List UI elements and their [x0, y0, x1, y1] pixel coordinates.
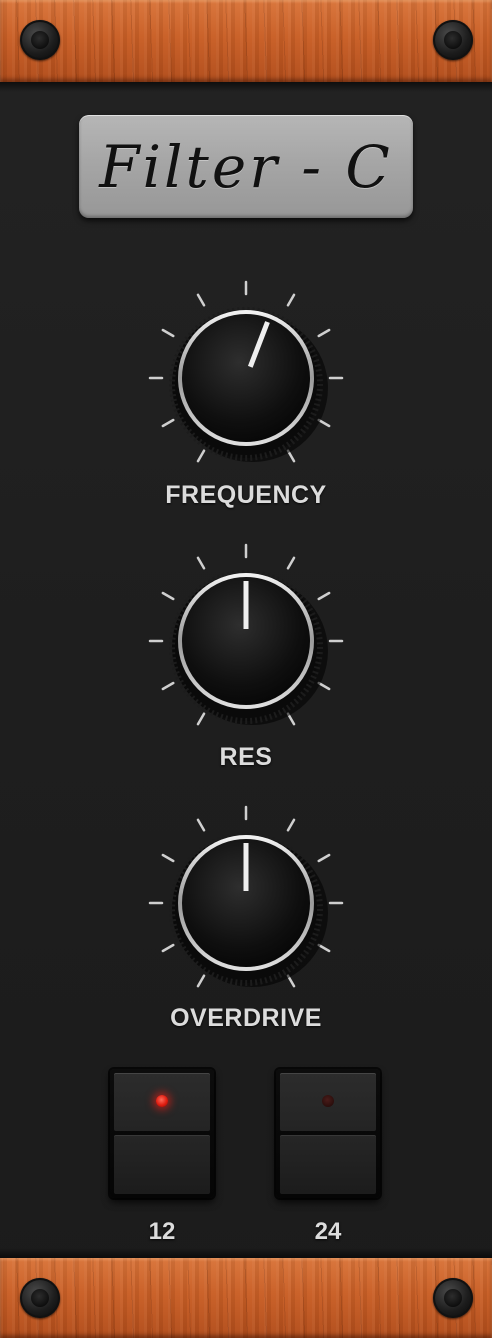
- knob-tick: [161, 853, 175, 863]
- knob-tick: [286, 293, 296, 307]
- screw-icon: [20, 1278, 60, 1318]
- knob-tick: [161, 681, 175, 691]
- overdrive-label: OVERDRIVE: [170, 1004, 322, 1032]
- switch-upper-face: [280, 1073, 376, 1131]
- knob-tick: [286, 818, 296, 832]
- knob-tick: [317, 328, 331, 338]
- knob-tick: [196, 712, 206, 726]
- knob-tick: [161, 328, 175, 338]
- filter-c-module: Filter - C FREQUENCY RES OVERDRIVE 12 24: [0, 0, 492, 1338]
- knob-tick: [196, 818, 206, 832]
- panel-edge-shadow: [0, 1248, 492, 1258]
- res-knob[interactable]: [146, 541, 346, 741]
- knob-tick: [317, 681, 331, 691]
- panel-edge-shadow: [0, 82, 492, 92]
- module-nameplate: Filter - C: [79, 115, 413, 218]
- frequency-knob[interactable]: [146, 278, 346, 478]
- res-label: RES: [219, 743, 273, 771]
- knob-tick: [317, 943, 331, 953]
- wood-end-cap-top: [0, 0, 492, 82]
- slope-24-label: 24: [314, 1218, 342, 1245]
- slope-24-button[interactable]: [276, 1069, 380, 1198]
- slope-12-button[interactable]: [110, 1069, 214, 1198]
- slope-12-label: 12: [148, 1218, 176, 1245]
- switch-upper-face: [114, 1073, 210, 1131]
- screw-icon: [433, 20, 473, 60]
- switch-lower-face: [280, 1135, 376, 1194]
- frequency-label: FREQUENCY: [165, 481, 327, 509]
- knob-tick: [196, 449, 206, 463]
- knob-tick: [161, 943, 175, 953]
- wood-end-cap-bottom: [0, 1258, 492, 1338]
- switch-lower-face: [114, 1135, 210, 1194]
- knob-tick: [196, 556, 206, 570]
- knob-tick: [317, 591, 331, 601]
- knob-tick: [196, 974, 206, 988]
- knob-tick: [286, 556, 296, 570]
- led-indicator-24: [322, 1095, 334, 1107]
- knob-tick: [161, 418, 175, 428]
- knob-tick: [317, 418, 331, 428]
- knob-tick: [161, 591, 175, 601]
- overdrive-knob[interactable]: [146, 803, 346, 1003]
- screw-icon: [20, 20, 60, 60]
- knob-tick: [317, 853, 331, 863]
- led-indicator-12: [156, 1095, 168, 1107]
- screw-icon: [433, 1278, 473, 1318]
- knob-tick: [196, 293, 206, 307]
- module-title: Filter - C: [99, 132, 393, 201]
